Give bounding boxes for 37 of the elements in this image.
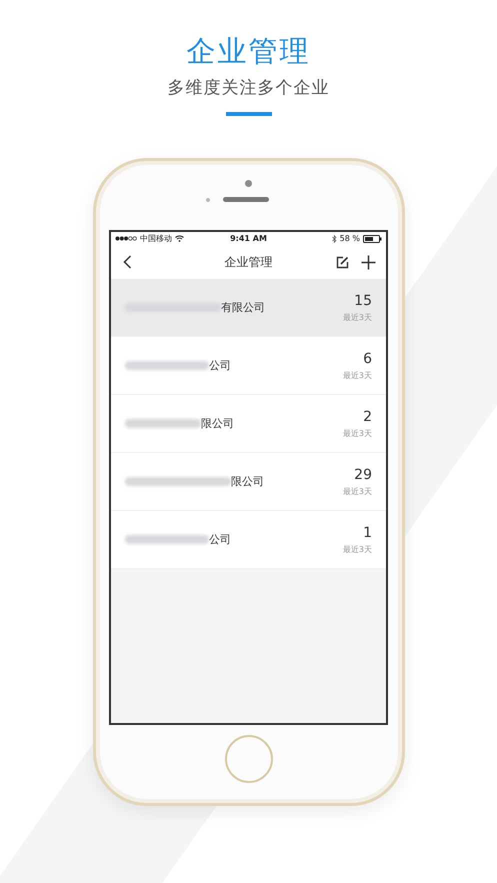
camera-icon bbox=[245, 180, 252, 187]
company-name: 有限公司 bbox=[221, 300, 265, 315]
carrier-name: 中国移动 bbox=[140, 233, 172, 244]
company-row[interactable]: 公司 1 最近3天 bbox=[111, 511, 386, 569]
signal-icon bbox=[115, 236, 137, 241]
period-label: 最近3天 bbox=[342, 486, 372, 496]
battery-icon bbox=[363, 234, 382, 242]
company-name: 限公司 bbox=[201, 416, 234, 431]
period-label: 最近3天 bbox=[342, 544, 372, 554]
company-count: 15 bbox=[354, 292, 372, 308]
nav-title: 企业管理 bbox=[224, 254, 272, 270]
company-name: 公司 bbox=[209, 358, 231, 373]
wifi-icon bbox=[175, 235, 184, 242]
edit-icon[interactable] bbox=[336, 256, 349, 268]
add-icon[interactable] bbox=[361, 254, 376, 270]
period-label: 最近3天 bbox=[342, 370, 372, 380]
period-label: 最近3天 bbox=[342, 428, 372, 438]
status-time: 9:41 AM bbox=[230, 234, 267, 243]
battery-percent: 58 % bbox=[340, 234, 360, 243]
company-row[interactable]: 公司 6 最近3天 bbox=[111, 337, 386, 395]
page-title: 企业管理 bbox=[186, 33, 310, 70]
speaker-icon bbox=[223, 197, 269, 202]
company-count: 29 bbox=[354, 466, 372, 482]
company-count: 1 bbox=[363, 524, 372, 540]
company-row[interactable]: 限公司 29 最近3天 bbox=[111, 453, 386, 511]
page-subtitle: 多维度关注多个企业 bbox=[168, 77, 330, 100]
company-row[interactable]: 有限公司 15 最近3天 bbox=[111, 279, 386, 337]
accent-bar bbox=[226, 112, 272, 116]
company-count: 2 bbox=[363, 408, 372, 424]
company-count: 6 bbox=[363, 350, 372, 366]
back-icon[interactable] bbox=[123, 255, 132, 269]
company-row[interactable]: 限公司 2 最近3天 bbox=[111, 395, 386, 453]
company-name: 公司 bbox=[209, 532, 231, 547]
period-label: 最近3天 bbox=[342, 312, 372, 322]
sensor-icon bbox=[206, 198, 210, 202]
company-name: 限公司 bbox=[231, 474, 264, 489]
bluetooth-icon bbox=[332, 234, 337, 242]
